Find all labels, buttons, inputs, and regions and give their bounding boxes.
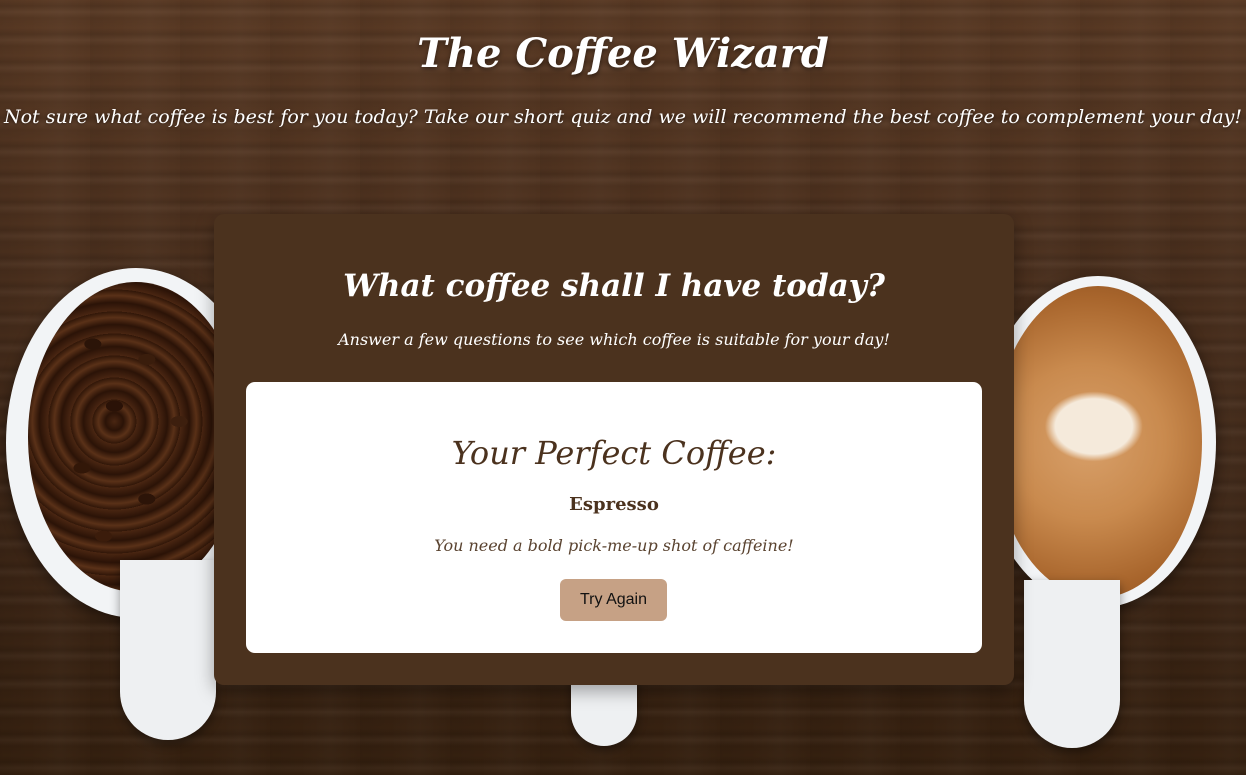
- site-title: The Coffee Wizard: [417, 30, 829, 77]
- result-card: Your Perfect Coffee: Espresso You need a…: [246, 382, 982, 653]
- coffee-beans: [28, 282, 244, 592]
- site-tagline: Not sure what coffee is best for you tod…: [3, 106, 1243, 128]
- result-heading: Your Perfect Coffee:: [451, 434, 777, 472]
- quiz-panel: What coffee shall I have today? Answer a…: [214, 214, 1014, 685]
- latte-art: [994, 286, 1202, 598]
- cup-handle-right: [1024, 580, 1120, 748]
- result-description: You need a bold pick-me-up shot of caffe…: [434, 536, 794, 555]
- cup-handle-left: [120, 560, 216, 740]
- result-coffee-name: Espresso: [569, 494, 659, 515]
- latte-cup-image: [980, 276, 1216, 608]
- quiz-subheading: Answer a few questions to see which coff…: [338, 330, 890, 349]
- quiz-heading: What coffee shall I have today?: [343, 268, 885, 304]
- try-again-button[interactable]: Try Again: [560, 579, 667, 621]
